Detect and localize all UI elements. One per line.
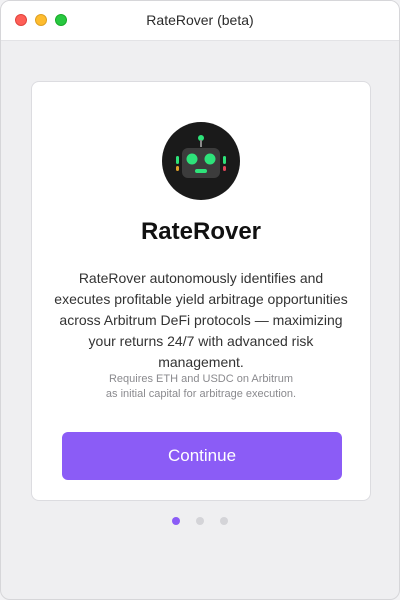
title-bar: RateRover (beta) [1,1,399,41]
page-dot-1[interactable] [171,517,180,525]
robot-icon [162,122,240,200]
continue-button[interactable]: Continue [62,432,342,480]
onboarding-card: RateRover RateRover autonomously identif… [31,81,371,501]
app-name: RateRover [140,218,262,245]
requirements-note-line-1: Requires ETH and USDC on Arbitrum [108,373,293,385]
page-dot-3[interactable] [220,517,229,525]
pagination-dots [1,517,399,525]
requirements-note-line-2: as initial capital for arbitrage executi… [105,388,297,400]
window-title: RateRover (beta) [146,12,254,28]
requirements-note: Requires ETH and USDC on Arbitrum as ini… [62,372,340,402]
app-window: RateRover (beta) RateRover RateRover aut… [0,0,400,600]
page-dot-2[interactable] [196,517,204,525]
app-description: RateRover autonomously identifies and ex… [54,270,348,370]
